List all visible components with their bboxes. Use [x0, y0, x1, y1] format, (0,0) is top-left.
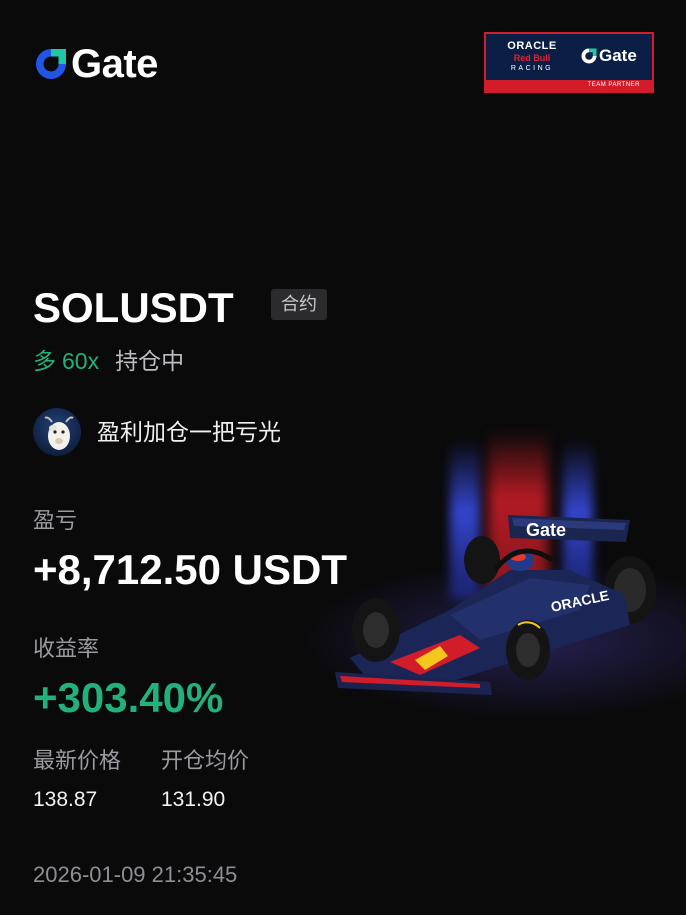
oracle-label: ORACLE	[507, 40, 557, 52]
gate-logo-icon	[36, 49, 66, 79]
partner-gate-text: Gate	[599, 46, 637, 65]
position-status: 持仓中	[115, 348, 185, 374]
roi-label: 收益率	[33, 636, 100, 661]
trading-pair: SOLUSDT	[33, 284, 234, 331]
goat-avatar-icon	[44, 416, 74, 450]
share-card: Gate ORACLE Red Bull RACING Gate TEAM PA…	[0, 0, 686, 915]
contract-tag: 合约	[271, 289, 327, 320]
gate-small-icon	[581, 48, 597, 64]
last-price-value: 138.87	[33, 788, 98, 811]
timestamp: 2026-01-09 21:35:45	[33, 862, 238, 887]
entry-price-label: 开仓均价	[161, 748, 250, 773]
pnl-label: 盈亏	[33, 508, 78, 533]
position-info: 多 60x 持仓中	[33, 342, 184, 376]
partner-gate-logo: Gate	[580, 46, 637, 66]
team-partner-badge: ORACLE Red Bull RACING Gate TEAM PARTNER	[484, 32, 654, 93]
redbull-label: Red Bull	[513, 53, 551, 63]
position-side: 多	[33, 348, 56, 374]
f1-car-image: Gate ORACLE	[335, 515, 656, 695]
avatar	[33, 408, 81, 456]
gate-logo: Gate	[33, 44, 158, 84]
leverage: 60x	[62, 348, 100, 374]
racing-label: RACING	[510, 65, 554, 72]
gate-logo-text: Gate	[71, 42, 158, 86]
rear-wing-livery: Gate	[526, 520, 566, 540]
last-price-label: 最新价格	[33, 748, 122, 773]
redbull-racing-logo: ORACLE Red Bull RACING	[496, 40, 568, 74]
entry-price-value: 131.90	[161, 788, 226, 811]
roi-value: +303.40%	[33, 674, 224, 721]
username: 盈利加仓一把亏光	[97, 419, 281, 445]
team-partner-label: TEAM PARTNER	[486, 80, 652, 91]
